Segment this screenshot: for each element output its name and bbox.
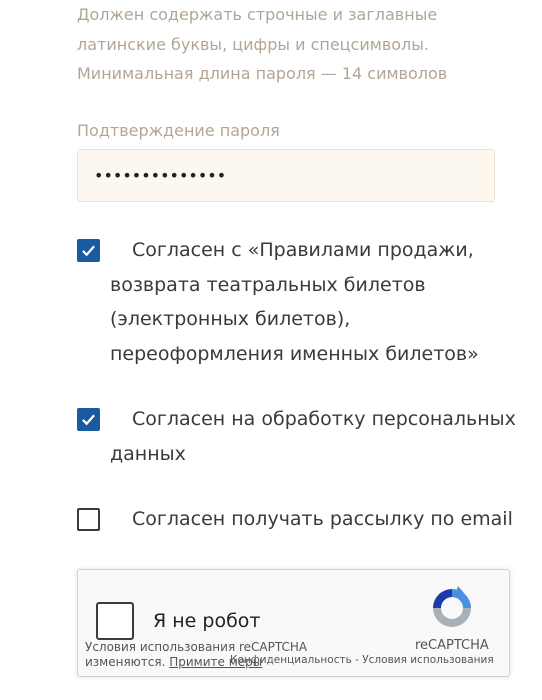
agreement-personal-data-label: Согласен на обработку персональных данны…	[110, 408, 516, 465]
recaptcha-notice: Условия использования reCAPTCHA изменяют…	[85, 640, 345, 670]
confirm-password-input[interactable]	[77, 149, 495, 202]
checkmark-icon	[82, 414, 95, 426]
agreement-email-newsletter-checkbox[interactable]	[77, 508, 100, 531]
agreement-sales-rules-checkbox[interactable]	[77, 239, 100, 262]
password-hint: Должен содержать строчные и заглавные ла…	[77, 5, 448, 83]
agreement-email-newsletter-label: Согласен получать рассылку по email	[132, 508, 513, 530]
agreement-personal-data[interactable]: Согласен на обработку персональных данны…	[77, 402, 517, 471]
recaptcha-label: Я не робот	[153, 610, 261, 632]
agreement-personal-data-checkbox[interactable]	[77, 408, 100, 431]
confirm-password-label: Подтверждение пароля	[77, 121, 280, 140]
recaptcha-widget: Я не робот reCAPTCHA Конфиденциальность …	[77, 569, 510, 677]
recaptcha-brand: reCAPTCHA	[415, 638, 489, 653]
checkmark-icon	[82, 245, 95, 257]
recaptcha-checkbox[interactable]	[96, 602, 134, 640]
agreement-sales-rules[interactable]: Согласен с «Правилами продажи, возврата …	[77, 233, 517, 371]
agreement-sales-rules-label: Согласен с «Правилами продажи, возврата …	[110, 239, 479, 365]
recaptcha-logo-icon	[433, 586, 471, 627]
recaptcha-notice-link[interactable]: Примите меры	[169, 655, 262, 669]
agreement-email-newsletter[interactable]: Согласен получать рассылку по email	[77, 502, 517, 537]
